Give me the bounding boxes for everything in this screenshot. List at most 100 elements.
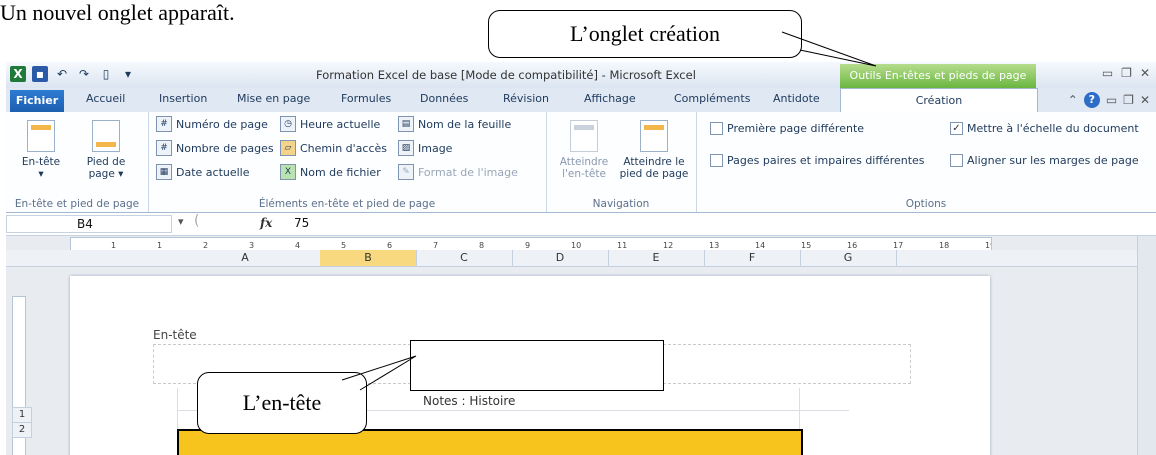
tab-complements[interactable]: Compléments [674,92,750,105]
picture-button[interactable]: ▨ Image [398,140,452,156]
callout-create-pointer [781,31,877,67]
document-caption: Un nouvel onglet apparaît. [0,0,235,25]
column-header-f[interactable]: F [704,250,801,266]
close-icon[interactable]: ✕ [1140,66,1150,80]
print-preview-icon[interactable]: ▯ [98,66,114,82]
file-name-button[interactable]: X Nom de fichier [280,164,381,180]
checkbox-unchecked-icon [950,154,963,167]
align-margins-checkbox[interactable]: Aligner sur les marges de page [950,154,1139,167]
column-header-b[interactable]: B [320,250,417,266]
formula-bar: B4 ▾ ( fx 75 [6,213,1156,236]
tab-affichage[interactable]: Affichage [584,92,636,105]
callout-create-tab: L’onglet création [488,10,802,58]
picture-icon: ▨ [398,140,414,156]
goto-header-button[interactable]: Atteindre l'en-tête [552,120,616,180]
save-icon[interactable]: ▪ [32,66,48,82]
format-picture-icon: ✎ [398,164,414,180]
header-center-box[interactable] [410,340,664,391]
row-header-1[interactable]: 1 [12,407,32,423]
tab-donnees[interactable]: Données [420,92,468,105]
page-number-button[interactable]: # Numéro de page [156,116,268,132]
horizontal-ruler: 112345678910111213141516171819 [70,237,995,251]
column-header-d[interactable]: D [512,250,609,266]
tab-insertion[interactable]: Insertion [159,92,207,105]
close-icon[interactable]: ✕ [1140,93,1150,107]
tab-formules[interactable]: Formules [341,92,391,105]
folder-icon: ▱ [280,140,296,156]
format-picture-button[interactable]: ✎ Format de l'image [398,164,518,180]
scale-with-document-checkbox[interactable]: ✓ Mettre à l'échelle du document [950,122,1139,135]
tab-mise-en-page[interactable]: Mise en page [237,92,310,105]
ribbon-right-icons: ⌃ ? ▭ ❐ ✕ [1068,92,1150,108]
minimize-icon[interactable]: ▭ [1102,66,1113,80]
file-path-button[interactable]: ▱ Chemin d'accès [280,140,387,156]
column-header-c[interactable]: C [416,250,513,266]
current-time-button[interactable]: ◷ Heure actuelle [280,116,380,132]
header-section-label: En-tête [153,328,197,342]
calendar-icon: ▦ [156,164,172,180]
minimize-icon[interactable]: ▭ [1106,93,1117,107]
ruler-number: 13 [709,241,719,250]
excel-window: X ▪ ↶ ↷ ▯ ▾ Formation Excel de base [Mod… [6,62,1156,455]
undo-icon[interactable]: ↶ [54,66,70,82]
ruler-number: 19 [985,241,991,250]
sheet-title-cell[interactable]: Notes : Histoire [423,394,515,408]
column-header-a[interactable]: A [170,250,321,266]
sheet-icon: ▤ [398,116,414,132]
header-icon [27,120,55,152]
column-header-g[interactable]: G [800,250,897,266]
group-label-options: Options [905,198,947,210]
ruler-number: 1 [111,241,116,250]
tab-antidote[interactable]: Antidote [773,92,820,105]
checkbox-unchecked-icon [710,154,723,167]
header-button[interactable]: En-tête ▾ [12,120,70,180]
goto-footer-icon [640,120,668,152]
current-date-button[interactable]: ▦ Date actuelle [156,164,250,180]
ruler-ticks: 112345678910111213141516171819 [111,241,995,250]
help-icon[interactable]: ? [1083,92,1100,108]
row-header-2[interactable]: 2 [12,422,32,438]
sheet-name-button[interactable]: ▤ Nom de la feuille [398,116,511,132]
ruler-number: 3 [249,241,254,250]
ruler-number: 15 [801,241,811,250]
ruler-number: 7 [433,241,438,250]
group-header-footer-elements: # Numéro de page ◷ Heure actuelle ▤ Nom de … [148,112,547,212]
column-headers: A B C D E F G [6,250,1156,267]
odd-even-checkbox[interactable]: Pages paires et impaires différentes [710,154,925,167]
customize-toolbar-icon[interactable]: ▾ [120,66,136,82]
restore-icon[interactable]: ❐ [1121,66,1132,80]
ruler-number: 17 [893,241,903,250]
minimize-ribbon-icon[interactable]: ⌃ [1068,93,1078,107]
vertical-scrollbar[interactable] [1137,236,1156,455]
ruler-number: 2 [203,241,208,250]
ruler-number: 4 [295,241,300,250]
ruler-number: 18 [939,241,949,250]
redo-icon[interactable]: ↷ [76,66,92,82]
goto-footer-button[interactable]: Atteindre le pied de page [618,120,690,180]
tab-fichier[interactable]: Fichier [10,90,64,112]
group-label-navigation: Navigation [592,198,650,210]
footer-button[interactable]: Pied de page ▾ [76,120,136,180]
ruler-number: 10 [571,241,581,250]
insert-function-icon[interactable]: fx [260,216,272,230]
first-page-checkbox[interactable]: Première page différente [710,122,864,135]
restore-icon[interactable]: ❐ [1123,93,1134,107]
tab-creation[interactable]: Création [840,88,1038,113]
tab-accueil[interactable]: Accueil [86,92,125,105]
column-header-e[interactable]: E [608,250,705,266]
ruler-number: 9 [525,241,530,250]
name-box[interactable]: B4 [6,215,172,233]
group-navigation: Atteindre l'en-tête Atteindre le pied de… [546,112,697,212]
group-options: Première page différente Pages paires et… [696,112,1156,212]
checkbox-checked-icon: ✓ [950,122,963,135]
ruler-number: 6 [387,241,392,250]
formula-input[interactable]: 75 [294,216,309,230]
page-count-button[interactable]: # Nombre de pages [156,140,274,156]
ruler-number: 5 [341,241,346,250]
ruler-number: 11 [617,241,627,250]
window-title: Formation Excel de base [Mode de compati… [316,68,696,82]
ruler-number: 14 [755,241,765,250]
tab-revision[interactable]: Révision [503,92,549,105]
ruler-number: 12 [663,241,673,250]
name-box-dropdown-icon[interactable]: ▾ [178,215,184,228]
